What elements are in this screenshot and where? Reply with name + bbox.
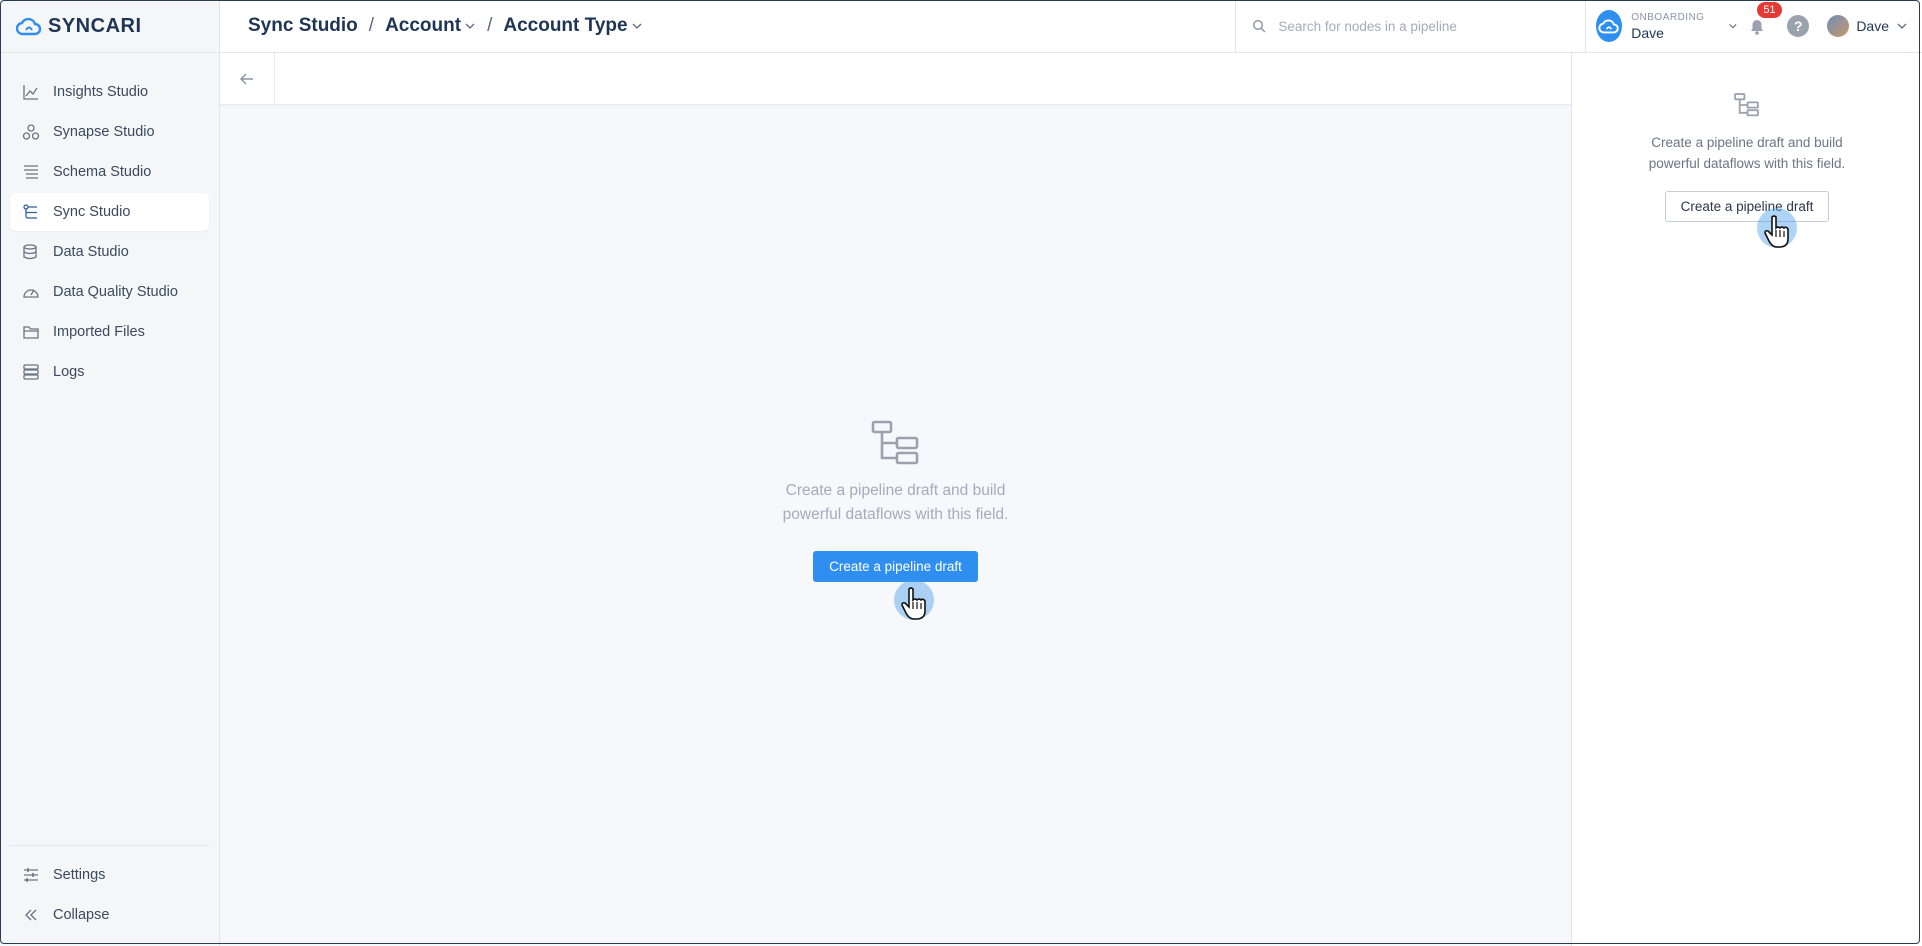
node-search: [1235, 0, 1585, 52]
pipeline-tree-icon: [871, 420, 918, 465]
header-actions: 51 ? Dave: [1737, 0, 1922, 52]
sidebar-item-label: Data Quality Studio: [53, 284, 178, 300]
create-pipeline-draft-button[interactable]: Create a pipeline draft: [813, 551, 978, 582]
arrow-left-icon: [240, 73, 253, 84]
field-details-panel: Create a pipeline draft and build powerf…: [1571, 53, 1922, 946]
sidebar-item-label: Schema Studio: [53, 164, 152, 180]
synapse-icon: [20, 121, 42, 143]
sidebar-item-label: Data Studio: [53, 244, 129, 260]
workspace-cloud-icon: [1596, 10, 1623, 42]
chevron-down-icon: [632, 23, 642, 29]
chevron-down-icon: [1897, 23, 1907, 29]
breadcrumb-separator: /: [368, 15, 375, 36]
empty-state: Create a pipeline draft and build powerf…: [220, 420, 1571, 582]
divider: [10, 845, 209, 846]
breadcrumb-entity-dropdown[interactable]: Account: [385, 15, 476, 37]
notification-badge: 51: [1757, 2, 1782, 18]
chevron-down-icon: [465, 23, 475, 29]
workspace-label: ONBOARDING: [1631, 11, 1705, 23]
sidebar-item-imported-files[interactable]: Imported Files: [10, 313, 209, 351]
sidebar-nav: Insights Studio Synapse Studio Schema St…: [0, 53, 219, 391]
sidebar-item-logs[interactable]: Logs: [10, 353, 209, 391]
search-input[interactable]: [1276, 17, 1561, 35]
double-chevron-left-icon: [20, 904, 42, 926]
notifications-button[interactable]: 51: [1737, 2, 1782, 36]
brand-logo[interactable]: SYNCARI: [0, 0, 219, 53]
panel-message: Create a pipeline draft and build powerf…: [1572, 132, 1922, 174]
breadcrumb-field: Account Type: [503, 15, 628, 36]
empty-state-line: Create a pipeline draft and build: [785, 482, 1006, 499]
pipeline-canvas: Create a pipeline draft and build powerf…: [220, 53, 1571, 946]
panel-message-line: powerful dataflows with this field.: [1648, 156, 1846, 171]
sidebar-item-schema-studio[interactable]: Schema Studio: [10, 153, 209, 191]
logs-icon: [20, 361, 42, 383]
breadcrumb-separator: /: [487, 15, 493, 36]
empty-state-line: powerful dataflows with this field.: [782, 506, 1009, 523]
sliders-icon: [20, 864, 42, 886]
breadcrumb-root[interactable]: Sync Studio: [248, 15, 358, 37]
sidebar-item-label: Insights Studio: [53, 84, 149, 100]
sidebar-item-label: Logs: [53, 364, 85, 380]
breadcrumb: Sync Studio / Account / Account Type: [220, 0, 1235, 52]
sidebar: SYNCARI Insights Studio Synapse Studio S…: [0, 0, 220, 946]
avatar: [1827, 15, 1850, 37]
collapse-sidebar-button[interactable]: Collapse: [10, 896, 209, 934]
chevron-down-icon: [1728, 24, 1737, 29]
sidebar-item-synapse-studio[interactable]: Synapse Studio: [10, 113, 209, 151]
sidebar-item-data-studio[interactable]: Data Studio: [10, 233, 209, 271]
pipeline-tree-icon: [1734, 93, 1759, 117]
empty-state-message: Create a pipeline draft and build powerf…: [220, 479, 1571, 527]
sidebar-footer: Settings Collapse: [0, 845, 219, 936]
collapse-label: Collapse: [53, 907, 110, 923]
database-icon: [20, 241, 42, 263]
chart-line-icon: [20, 81, 42, 103]
sync-flow-icon: [20, 201, 42, 223]
workspace-name: Dave: [1631, 24, 1664, 41]
schema-list-icon: [20, 161, 42, 183]
back-button[interactable]: [220, 53, 275, 104]
brand-name: SYNCARI: [48, 14, 142, 37]
breadcrumb-entity: Account: [385, 15, 462, 36]
sidebar-item-data-quality-studio[interactable]: Data Quality Studio: [10, 273, 209, 311]
sidebar-item-sync-studio[interactable]: Sync Studio: [10, 193, 209, 231]
sidebar-item-settings[interactable]: Settings: [10, 856, 209, 894]
bell-icon: [1751, 20, 1764, 35]
panel-create-pipeline-draft-button[interactable]: Create a pipeline draft: [1664, 191, 1830, 222]
gauge-icon: [20, 281, 42, 303]
canvas-toolbar: [220, 53, 1571, 105]
folder-icon: [20, 321, 42, 343]
sidebar-item-label: Sync Studio: [53, 204, 131, 220]
cloud-logo-icon: [16, 17, 42, 36]
panel-empty-state: Create a pipeline draft and build powerf…: [1572, 93, 1922, 222]
sidebar-item-insights-studio[interactable]: Insights Studio: [10, 73, 209, 111]
sidebar-item-label: Imported Files: [53, 324, 145, 340]
search-icon: [1253, 19, 1266, 33]
help-icon[interactable]: ?: [1787, 15, 1810, 37]
sidebar-item-label: Synapse Studio: [53, 124, 155, 140]
workspace-switcher[interactable]: ONBOARDING Dave: [1585, 0, 1737, 52]
breadcrumb-field-dropdown[interactable]: Account Type: [503, 15, 642, 37]
user-menu[interactable]: Dave: [1827, 15, 1908, 37]
workspace-text: ONBOARDING Dave: [1631, 12, 1704, 41]
user-name: Dave: [1856, 18, 1889, 34]
panel-message-line: Create a pipeline draft and build: [1651, 135, 1843, 150]
settings-label: Settings: [53, 867, 106, 883]
top-header: Sync Studio / Account / Account Type ONB…: [220, 0, 1922, 53]
